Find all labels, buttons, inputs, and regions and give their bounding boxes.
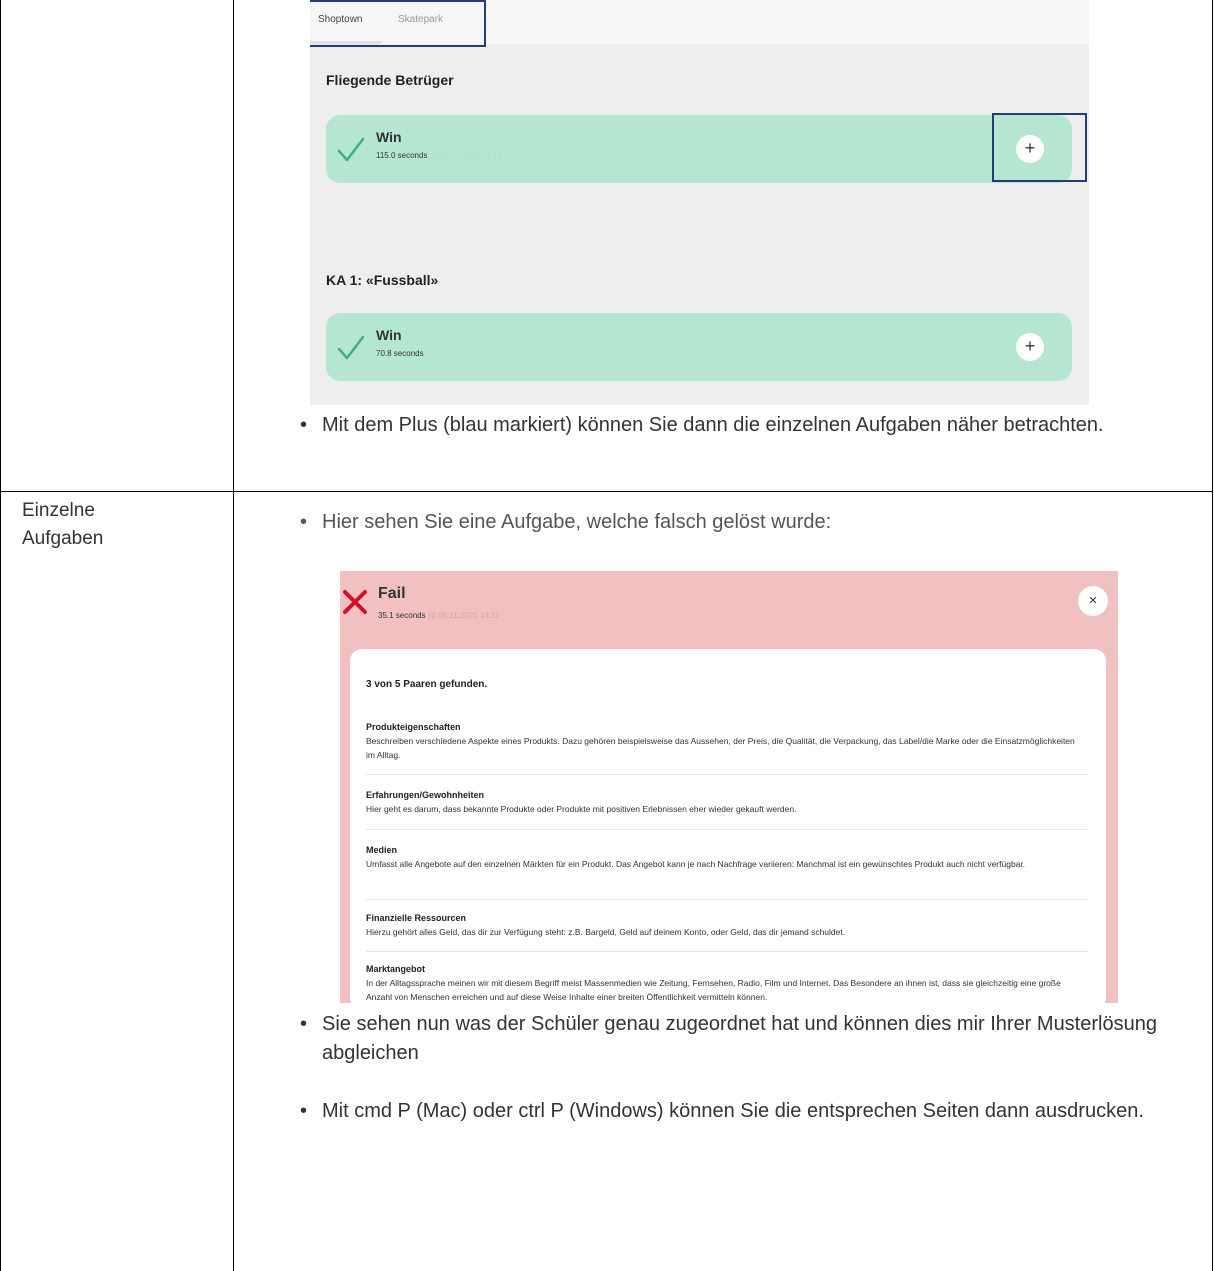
pair-entry: Finanzielle Ressourcen Hierzu gehört all… (366, 913, 846, 937)
pair-entry: Marktangebot In der Alltagssprache meine… (366, 964, 1061, 1002)
expand-plus-button[interactable]: + (1016, 333, 1044, 361)
bullet-item: • Hier sehen Sie eine Aufgabe, welche fa… (300, 508, 1182, 537)
table-border-right (1212, 0, 1213, 1271)
cross-icon (343, 590, 367, 614)
table-border-left (0, 0, 1, 1271)
pairs-summary: 3 von 5 Paaren gefunden. (366, 679, 488, 690)
result-time: 70.8 seconds @ 05.11.2021 14:15 (376, 349, 498, 358)
result-time: 115.0 seconds @ 05.11.2021 14:14 (376, 151, 502, 160)
divider (366, 899, 1088, 900)
result-card: Win 115.0 seconds @ 05.11.2021 14:14 + (326, 115, 1072, 183)
table-border-middle (233, 0, 234, 1271)
bullet-dot: • (300, 414, 308, 436)
check-icon (337, 335, 365, 360)
bullet-item: • Sie sehen nun was der Schüler genau zu… (300, 1010, 1182, 1068)
divider (366, 829, 1088, 830)
result-label: Fail (378, 585, 406, 602)
row-label-einzelne-aufgaben: Einzelne Aufgaben (22, 500, 104, 549)
result-card: Win 70.8 seconds @ 05.11.2021 14:15 + (326, 313, 1072, 381)
result-time: 35.1 seconds @ 05.11.2021 14:11 (378, 611, 500, 620)
table-row-divider (0, 491, 1213, 492)
pair-entry: Produkteigenschaften Beschreiben verschi… (366, 722, 1075, 760)
section-title: Fliegende Betrüger (326, 72, 454, 88)
result-label: Win (376, 129, 402, 145)
bullet-item: • Mit dem Plus (blau markiert) können Si… (300, 411, 1182, 440)
results-screenshot: Shoptown Skatepark Fliegende Betrüger Wi… (310, 0, 1089, 405)
highlight-box-tabs (310, 0, 486, 47)
close-button[interactable]: × (1078, 586, 1108, 616)
section-title: KA 1: «Fussball» (326, 272, 439, 288)
answer-panel: 3 von 5 Paaren gefunden. Produkteigensch… (350, 649, 1106, 1003)
bullet-dot: • (300, 511, 308, 533)
fail-detail-screenshot: Fail 35.1 seconds @ 05.11.2021 14:11 × 3… (340, 571, 1118, 1003)
divider (366, 774, 1088, 775)
bullet-item: • Mit cmd P (Mac) oder ctrl P (Windows) … (300, 1097, 1182, 1126)
check-icon (337, 137, 365, 162)
divider (366, 951, 1088, 952)
result-label: Win (376, 327, 402, 343)
bullet-dot: • (300, 1100, 308, 1122)
pair-entry: Erfahrungen/Gewohnheiten Hier geht es da… (366, 790, 797, 814)
bullet-dot: • (300, 1013, 308, 1035)
pair-entry: Medien Umfasst alle Angebote auf den ein… (366, 845, 1026, 869)
highlight-box-plus (992, 113, 1087, 182)
